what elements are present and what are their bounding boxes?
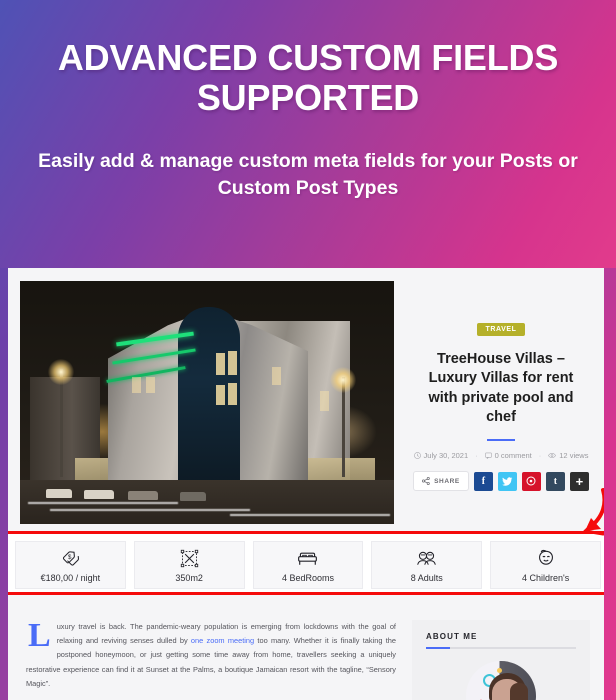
clock-icon	[413, 452, 421, 460]
article-paragraph: Luxury travel is back. The pandemic-wear…	[26, 617, 396, 691]
custom-field-children-label: 4 Children's	[521, 572, 570, 583]
post-views: 12 views	[548, 451, 588, 460]
custom-field-area[interactable]: 350m2	[133, 541, 245, 589]
red-arrow-annotation	[543, 488, 604, 546]
article-inline-link[interactable]: one zoom meeting	[191, 636, 254, 645]
title-underline-rule	[487, 438, 515, 442]
article-column: Luxury travel is back. The pandemic-wear…	[8, 602, 412, 700]
adults-icon	[415, 548, 438, 570]
content-panel: TRAVEL TreeHouse Villas – Luxury Villas …	[8, 268, 604, 700]
lower-content: Luxury travel is back. The pandemic-wear…	[8, 602, 604, 700]
sidebar-column: ABOUT ME	[412, 602, 604, 700]
post-date: July 30, 2021	[413, 451, 469, 461]
eye-icon	[548, 453, 557, 459]
custom-field-area-label: 350m2	[175, 572, 203, 583]
pinterest-icon	[526, 476, 536, 486]
custom-fields-highlight: $ €180,00 / night 350m2 4 BedRooms 8 Adu…	[8, 531, 604, 595]
custom-field-bedrooms[interactable]: 4 BedRooms	[252, 541, 364, 589]
custom-fields-row: $ €180,00 / night 350m2 4 BedRooms 8 Adu…	[15, 541, 601, 589]
custom-field-price[interactable]: $ €180,00 / night	[15, 541, 126, 589]
area-size-icon	[179, 548, 200, 570]
custom-field-children[interactable]: 4 Children's	[490, 541, 601, 589]
share-button[interactable]: SHARE	[413, 471, 469, 492]
about-me-accent-rule	[426, 647, 450, 649]
about-me-title: ABOUT ME	[426, 632, 478, 641]
post-views-text: 12 views	[559, 451, 589, 461]
article-dropcap: L	[28, 617, 51, 654]
post-comments: 0 comment	[484, 451, 532, 461]
price-tag-icon: $	[60, 548, 81, 570]
child-icon	[535, 548, 557, 570]
page-subtitle: Easily add & manage custom meta fields f…	[38, 149, 578, 200]
about-me-widget: ABOUT ME	[412, 620, 590, 700]
share-pinterest-button[interactable]	[521, 471, 541, 491]
custom-field-adults[interactable]: 8 Adults	[371, 541, 483, 589]
share-facebook-button[interactable]: f	[473, 471, 493, 491]
meta-separator-2: ·	[538, 451, 542, 461]
avatar	[466, 661, 536, 700]
bed-icon	[296, 548, 319, 570]
twitter-icon	[501, 477, 513, 486]
custom-field-adults-label: 8 Adults	[410, 572, 443, 583]
share-twitter-button[interactable]	[497, 471, 517, 491]
share-label: SHARE	[434, 477, 460, 485]
share-icon	[422, 477, 430, 486]
comment-icon	[484, 452, 492, 460]
decorative-dot-icon	[497, 668, 502, 673]
post-date-text: July 30, 2021	[423, 451, 469, 461]
page-title: ADVANCED CUSTOM FIELDS SUPPORTED	[57, 37, 559, 119]
post-comments-text: 0 comment	[494, 451, 532, 461]
about-me-divider	[426, 647, 576, 649]
hero-banner: ADVANCED CUSTOM FIELDS SUPPORTED Easily …	[0, 0, 616, 268]
svg-text:$: $	[68, 554, 72, 561]
custom-field-price-label: €180,00 / night	[40, 572, 101, 583]
avatar-hair-side	[510, 683, 528, 700]
post-title[interactable]: TreeHouse Villas – Luxury Villas for ren…	[413, 350, 589, 428]
meta-separator-1: ·	[475, 451, 478, 461]
category-badge[interactable]: TRAVEL	[477, 323, 525, 336]
custom-field-bedrooms-label: 4 BedRooms	[281, 572, 334, 583]
post-meta-row: July 30, 2021 · 0 comment · 12 views	[413, 451, 588, 461]
post-featured-image	[20, 281, 394, 524]
